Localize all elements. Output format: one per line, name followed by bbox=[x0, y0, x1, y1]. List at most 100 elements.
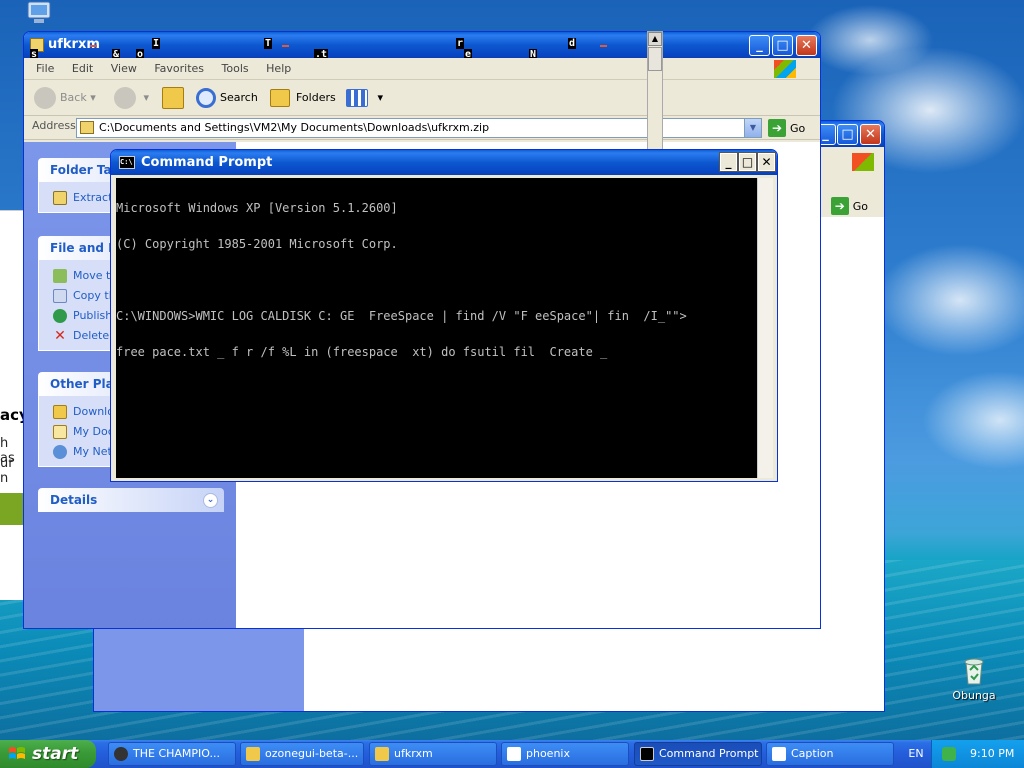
up-folder-button[interactable] bbox=[162, 86, 190, 110]
maximize-button[interactable]: □ bbox=[738, 152, 757, 172]
folders-icon bbox=[270, 89, 290, 107]
taskbar-item-caption[interactable]: Caption bbox=[766, 742, 894, 766]
address-label: Address bbox=[32, 119, 76, 132]
folders-button[interactable]: Folders bbox=[270, 86, 336, 110]
explorer-toolbar: Back ▾ ▾ Search Folders ▾ bbox=[24, 80, 820, 116]
go-label: Go bbox=[790, 122, 806, 135]
scroll-up-arrow-icon[interactable]: ▲ bbox=[648, 32, 662, 46]
console-line: (C) Copyright 1985-2001 Microsoft Corp. bbox=[116, 237, 398, 251]
network-icon bbox=[53, 445, 67, 459]
my-network-label: My Net bbox=[73, 445, 112, 458]
window-icon bbox=[507, 747, 521, 761]
views-button[interactable]: ▾ bbox=[346, 86, 383, 110]
windows-flag-icon bbox=[9, 747, 25, 759]
extract-label: Extract bbox=[73, 191, 113, 204]
fragment-green-bar bbox=[0, 493, 25, 525]
artifact-mark bbox=[282, 45, 289, 47]
chevron-down-icon[interactable]: ⌄ bbox=[203, 493, 218, 508]
maximize-button[interactable]: □ bbox=[772, 35, 793, 56]
back-arrow-icon bbox=[34, 87, 56, 109]
taskbar-item-ozonegui[interactable]: ozonegui-beta-... bbox=[240, 742, 364, 766]
task-label: Command Prompt bbox=[659, 747, 759, 760]
menu-favorites[interactable]: Favorites bbox=[154, 62, 204, 75]
taskbar: start THE CHAMPIO... ozonegui-beta-... u… bbox=[0, 740, 1024, 768]
window-icon bbox=[772, 747, 786, 761]
folder-icon bbox=[246, 747, 260, 761]
move-icon bbox=[53, 269, 67, 283]
back-label: Back bbox=[60, 91, 87, 104]
search-icon bbox=[196, 88, 216, 108]
recycle-bin-icon[interactable]: Obunga bbox=[944, 654, 1004, 702]
garbled-char: r bbox=[456, 38, 465, 49]
zip-folder-icon bbox=[375, 747, 389, 761]
start-button[interactable]: start bbox=[0, 740, 96, 768]
forward-arrow-icon bbox=[114, 87, 136, 109]
console-line: C:\WINDOWS>WMIC LOG CALDISK C: GE FreeSp… bbox=[116, 309, 687, 323]
menu-view[interactable]: View bbox=[111, 62, 137, 75]
garbled-char: T bbox=[264, 38, 273, 49]
minimize-button[interactable]: _ bbox=[719, 152, 738, 172]
forward-button[interactable]: ▾ bbox=[114, 86, 149, 110]
menu-file[interactable]: File bbox=[36, 62, 54, 75]
back-button[interactable]: Back ▾ bbox=[34, 86, 96, 110]
minimize-button[interactable]: _ bbox=[749, 35, 770, 56]
back-go-label: Go bbox=[852, 200, 868, 213]
cmd-titlebar[interactable]: C:\ Command Prompt _ □ ✕ bbox=[111, 150, 777, 175]
search-button[interactable]: Search bbox=[196, 86, 258, 110]
taskbar-item-ufkrxm[interactable]: ufkrxm bbox=[369, 742, 497, 766]
tray-network-icon[interactable] bbox=[942, 747, 956, 761]
details-header[interactable]: Details ⌄ bbox=[38, 488, 224, 512]
background-browser-fragment: acy h as ur n bbox=[0, 210, 29, 600]
my-documents-label: My Doc bbox=[73, 425, 114, 438]
go-arrow-icon: ➔ bbox=[768, 119, 786, 137]
console-line: Microsoft Windows XP [Version 5.1.2600] bbox=[116, 201, 398, 215]
explorer-titlebar[interactable]: ufkrxm s & o I T .t r e N d _ □ ✕ bbox=[24, 32, 820, 60]
menu-help[interactable]: Help bbox=[266, 62, 291, 75]
clock[interactable]: 9:10 PM bbox=[970, 740, 1014, 768]
menu-edit[interactable]: Edit bbox=[72, 62, 93, 75]
command-prompt-window[interactable]: C:\ Command Prompt _ □ ✕ Microsoft Windo… bbox=[110, 149, 778, 482]
go-button[interactable]: ➔ Go bbox=[768, 119, 805, 137]
menu-tools[interactable]: Tools bbox=[222, 62, 249, 75]
publish-label: Publish bbox=[73, 309, 113, 322]
computer-desktop-icon[interactable] bbox=[24, 0, 56, 28]
console-scrollbar[interactable] bbox=[757, 178, 773, 478]
search-label: Search bbox=[220, 91, 258, 104]
taskbar-item-command-prompt[interactable]: Command Prompt bbox=[634, 742, 762, 766]
details-label: Details bbox=[50, 493, 98, 507]
back-go-button[interactable]: ➔ Go bbox=[830, 197, 868, 215]
task-label: ozonegui-beta-... bbox=[265, 747, 359, 760]
scroll-thumb[interactable] bbox=[648, 47, 662, 71]
task-label: ufkrxm bbox=[394, 747, 433, 760]
console-line: free pace.txt _ f r /f %L in (freespace … bbox=[116, 345, 608, 359]
delete-label: Delete bbox=[73, 329, 110, 342]
garbled-char: I bbox=[152, 38, 161, 49]
address-bar: Address C:\Documents and Settings\VM2\My… bbox=[24, 116, 820, 140]
extract-icon bbox=[53, 191, 67, 205]
my-documents-icon bbox=[53, 425, 67, 439]
address-value: C:\Documents and Settings\VM2\My Documen… bbox=[99, 121, 490, 134]
publish-globe-icon bbox=[53, 309, 67, 323]
close-button[interactable]: ✕ bbox=[860, 124, 881, 145]
maximize-button[interactable]: □ bbox=[837, 124, 858, 145]
zip-folder-icon bbox=[80, 121, 94, 134]
downloads-label: Downlo bbox=[73, 405, 114, 418]
task-label: THE CHAMPIO... bbox=[133, 747, 220, 760]
address-dropdown-button[interactable]: ▼ bbox=[744, 119, 761, 137]
close-button[interactable]: ✕ bbox=[757, 152, 776, 172]
up-folder-icon bbox=[162, 87, 184, 109]
task-label: phoenix bbox=[526, 747, 570, 760]
menu-bar: File Edit View Favorites Tools Help bbox=[24, 58, 820, 80]
close-button[interactable]: ✕ bbox=[796, 35, 817, 56]
taskbar-item-champion[interactable]: THE CHAMPIO... bbox=[108, 742, 236, 766]
recycle-bin-icon-graphic bbox=[964, 658, 984, 685]
language-indicator[interactable]: EN bbox=[902, 740, 930, 768]
system-tray: 9:10 PM bbox=[931, 740, 1024, 768]
windows-logo-icon bbox=[774, 60, 796, 78]
folders-label: Folders bbox=[296, 91, 336, 104]
console-output[interactable]: Microsoft Windows XP [Version 5.1.2600] … bbox=[116, 178, 757, 478]
copy-icon bbox=[53, 289, 67, 303]
delete-x-icon: ✕ bbox=[54, 328, 66, 344]
taskbar-item-phoenix[interactable]: phoenix bbox=[501, 742, 629, 766]
